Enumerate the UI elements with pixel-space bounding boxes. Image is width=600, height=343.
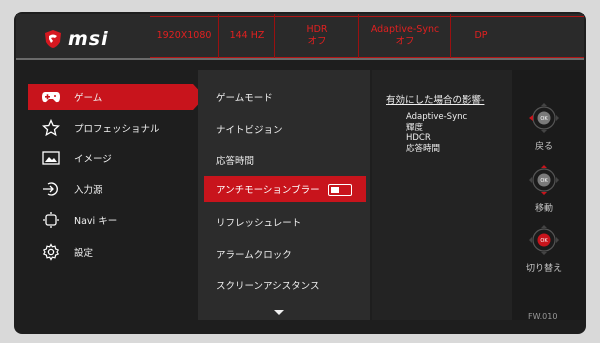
menu-item-navi-key[interactable]: Navi キー bbox=[28, 207, 193, 233]
menu-item-game[interactable]: ゲーム bbox=[28, 84, 205, 110]
submenu-item-refresh-rate[interactable]: リフレッシュレート bbox=[216, 215, 301, 229]
submenu-item-alarm-clock[interactable]: アラームクロック bbox=[216, 247, 292, 261]
move-label: 移動 bbox=[534, 204, 553, 214]
msi-logo: msi bbox=[44, 28, 109, 50]
submenu-item-game-mode[interactable]: ゲームモード bbox=[216, 90, 273, 104]
star-icon bbox=[36, 119, 66, 137]
submenu-item-screen-assistance[interactable]: スクリーンアシスタンス bbox=[216, 278, 319, 292]
menu-item-label: ゲーム bbox=[74, 93, 103, 104]
menu-item-settings[interactable]: 設定 bbox=[28, 239, 193, 265]
info-panel bbox=[372, 70, 512, 320]
move-control[interactable]: OK 移動 bbox=[514, 162, 574, 214]
submenu-item-night-vision[interactable]: ナイトビジョン bbox=[216, 122, 283, 136]
gear-icon bbox=[36, 243, 66, 261]
svg-text:OK: OK bbox=[540, 178, 548, 184]
info-item: Adaptive-Sync bbox=[406, 112, 468, 122]
status-adaptive-sync: Adaptive-Sync オフ bbox=[358, 14, 451, 58]
svg-text:OK: OK bbox=[540, 238, 548, 244]
status-resolution: 1920X1080 bbox=[156, 30, 212, 41]
brand-wordmark: msi bbox=[68, 28, 109, 50]
status-input: DP bbox=[450, 14, 511, 58]
toggle-control[interactable]: OK 切り替え bbox=[514, 222, 574, 274]
scroll-down-icon[interactable] bbox=[274, 310, 284, 315]
msi-dragon-shield-icon bbox=[45, 30, 61, 48]
info-title: 有効にした場合の影響- bbox=[386, 95, 485, 106]
menu-item-input-source[interactable]: 入力源 bbox=[28, 176, 193, 202]
image-icon bbox=[36, 151, 66, 165]
info-item: 輝度 bbox=[406, 122, 424, 133]
menu-item-label: 入力源 bbox=[74, 185, 103, 196]
input-source-icon bbox=[36, 181, 66, 197]
submenu-item-response-time[interactable]: 応答時間 bbox=[216, 153, 254, 167]
status-refresh-rate: 144 HZ bbox=[218, 14, 275, 58]
joystick-press-icon: OK bbox=[529, 225, 559, 255]
back-label: 戻る bbox=[534, 142, 553, 152]
main-menu: ゲーム プロフェッショナル イメージ 入力源 Navi キー 設定 bbox=[28, 70, 205, 315]
submenu-item-anti-motion-blur[interactable]: アンチモーションブラー bbox=[204, 176, 366, 202]
gamepad-icon bbox=[36, 90, 66, 104]
menu-item-label: Navi キー bbox=[74, 216, 118, 227]
menu-item-image[interactable]: イメージ bbox=[28, 145, 193, 171]
status-hdr: HDR オフ bbox=[274, 14, 359, 58]
menu-item-label: イメージ bbox=[74, 154, 112, 165]
info-item: 応答時間 bbox=[406, 143, 441, 154]
back-control[interactable]: OK 戻る bbox=[514, 100, 574, 152]
firmware-version: FW.010 bbox=[528, 312, 558, 321]
menu-item-professional[interactable]: プロフェッショナル bbox=[28, 115, 193, 141]
anti-motion-blur-toggle[interactable] bbox=[328, 184, 352, 196]
info-list: Adaptive-Sync 輝度 HDCR 応答時間 bbox=[406, 112, 467, 154]
menu-item-label: プロフェッショナル bbox=[74, 124, 160, 135]
toggle-label: 切り替え bbox=[525, 264, 562, 274]
menu-item-label: 設定 bbox=[74, 248, 94, 259]
svg-text:OK: OK bbox=[540, 116, 548, 122]
joystick-left-icon: OK bbox=[529, 103, 559, 133]
info-item: HDCR bbox=[406, 133, 431, 143]
joystick-updown-icon: OK bbox=[529, 165, 559, 195]
navi-key-icon bbox=[36, 211, 66, 229]
submenu-item-label: アンチモーションブラー bbox=[216, 185, 320, 196]
